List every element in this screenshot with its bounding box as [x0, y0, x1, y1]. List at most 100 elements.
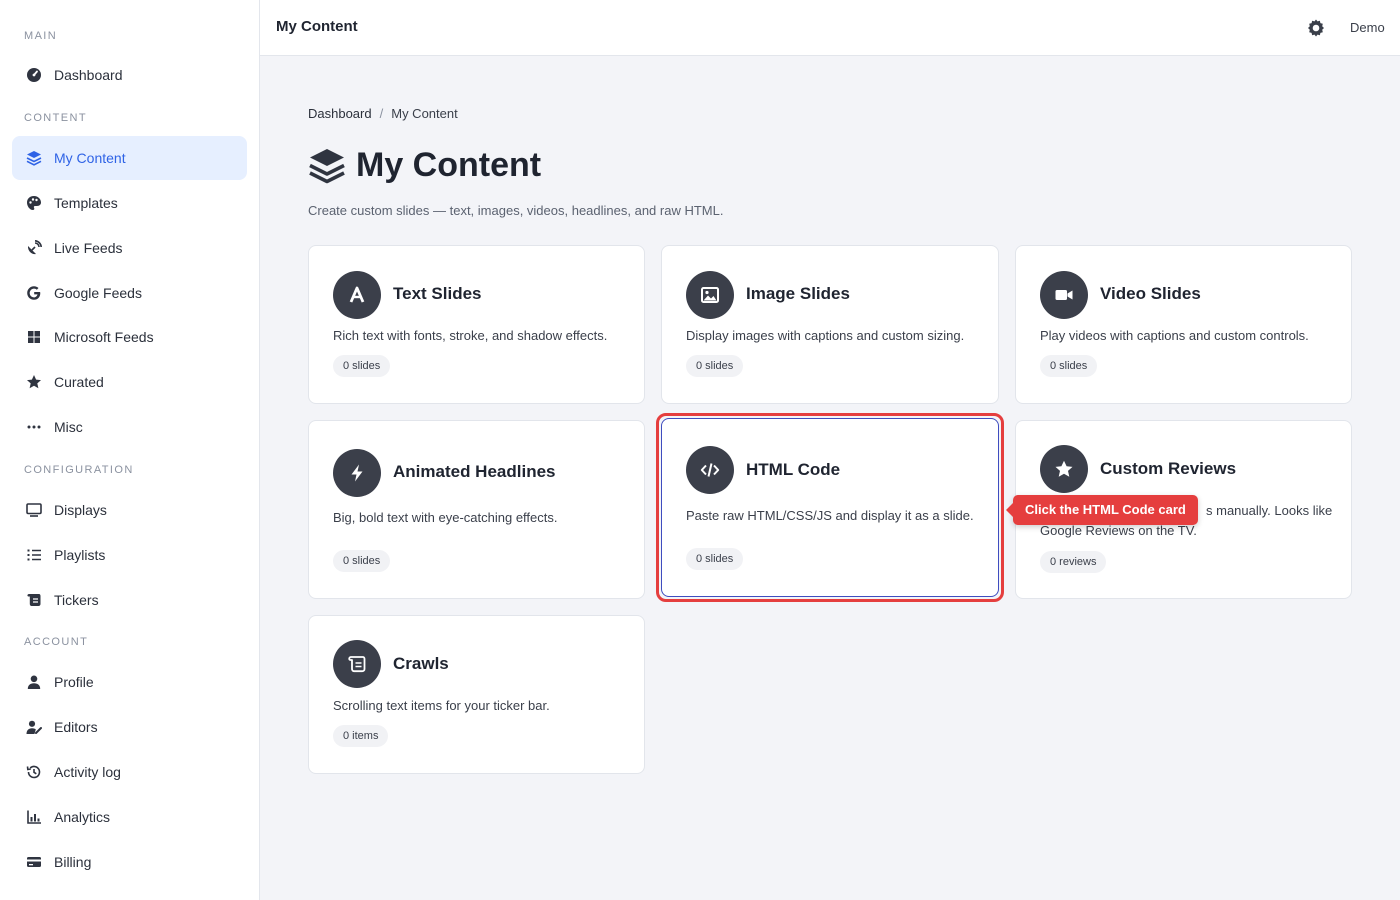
- card-title: Crawls: [393, 654, 449, 673]
- sidebar-item-label: Playlists: [54, 547, 106, 563]
- credit-card-icon: [25, 853, 43, 871]
- sidebar-item-dashboard[interactable]: Dashboard: [12, 53, 247, 97]
- sidebar-item-playlists[interactable]: Playlists: [12, 533, 247, 577]
- google-icon: [25, 284, 43, 302]
- sidebar-item-displays[interactable]: Displays: [12, 488, 247, 532]
- user-menu[interactable]: Demo: [1350, 20, 1385, 35]
- sidebar-item-live-feeds[interactable]: Live Feeds: [12, 226, 247, 270]
- section-label-configuration: CONFIGURATION: [24, 464, 134, 476]
- sidebar-item-microsoft-feeds[interactable]: Microsoft Feeds: [12, 315, 247, 359]
- sidebar-item-editors[interactable]: Editors: [12, 705, 247, 749]
- breadcrumb: Dashboard / My Content: [308, 106, 458, 121]
- scroll-icon: [25, 591, 43, 609]
- card-video-slides[interactable]: Video Slides Play videos with captions a…: [1015, 245, 1352, 404]
- card-description: Scrolling text items for your ticker bar…: [333, 698, 550, 713]
- windows-icon: [25, 328, 43, 346]
- count-badge: 0 slides: [686, 548, 744, 570]
- monitor-icon: [25, 501, 43, 519]
- sidebar-item-curated[interactable]: Curated: [12, 360, 247, 404]
- sidebar-item-label: Tickers: [54, 592, 99, 608]
- card-title: Animated Headlines: [393, 462, 556, 481]
- code-icon: [686, 446, 734, 494]
- letter-a-icon: [333, 271, 381, 319]
- bar-chart-icon: [25, 808, 43, 826]
- card-description: Rich text with fonts, stroke, and shadow…: [333, 328, 608, 343]
- sidebar-item-label: Curated: [54, 374, 104, 390]
- palette-icon: [25, 194, 43, 212]
- sidebar-item-label: Displays: [54, 502, 107, 518]
- layers-icon: [25, 149, 43, 167]
- sidebar-item-activity-log[interactable]: Activity log: [12, 750, 247, 794]
- star-icon: [25, 373, 43, 391]
- layers-icon: [308, 147, 346, 185]
- sidebar-item-analytics[interactable]: Analytics: [12, 795, 247, 839]
- card-description-end: s manually. Looks like: [1206, 503, 1333, 518]
- card-title: Video Slides: [1100, 284, 1201, 303]
- gauge-icon: [25, 66, 43, 84]
- section-label-main: MAIN: [24, 30, 58, 42]
- card-image-slides[interactable]: Image Slides Display images with caption…: [661, 245, 999, 404]
- card-description: Display images with captions and custom …: [686, 328, 965, 343]
- sidebar-item-label: Misc: [54, 419, 83, 435]
- page-title: My Content: [308, 146, 541, 185]
- image-icon: [686, 271, 734, 319]
- card-html-code[interactable]: HTML Code Paste raw HTML/CSS/JS and disp…: [661, 418, 999, 597]
- user-icon: [25, 673, 43, 691]
- bolt-icon: [333, 449, 381, 497]
- gear-icon[interactable]: [1306, 18, 1326, 38]
- scroll-icon: [333, 640, 381, 688]
- breadcrumb-separator: /: [379, 106, 384, 121]
- user-pen-icon: [25, 718, 43, 736]
- card-animated-headlines[interactable]: Animated Headlines Big, bold text with e…: [308, 420, 645, 599]
- card-description: Play videos with captions and custom con…: [1040, 328, 1309, 343]
- section-label-account: ACCOUNT: [24, 636, 89, 648]
- card-title: HTML Code: [746, 460, 841, 479]
- list-icon: [25, 546, 43, 564]
- sidebar-item-google-feeds[interactable]: Google Feeds: [12, 271, 247, 315]
- count-badge: 0 slides: [333, 550, 391, 572]
- history-icon: [25, 763, 43, 781]
- card-title: Text Slides: [393, 284, 482, 303]
- page-heading: My Content: [356, 146, 542, 184]
- card-text-slides[interactable]: Text Slides Rich text with fonts, stroke…: [308, 245, 645, 404]
- sidebar: MAIN Dashboard CONTENT My Content Templa…: [0, 0, 260, 900]
- count-badge: 0 items: [333, 725, 389, 747]
- sidebar-item-profile[interactable]: Profile: [12, 660, 247, 704]
- section-label-content: CONTENT: [24, 112, 87, 124]
- sidebar-item-label: My Content: [54, 150, 126, 166]
- card-title: Custom Reviews: [1100, 459, 1237, 478]
- sidebar-item-label: Dashboard: [54, 67, 123, 83]
- sidebar-item-label: Activity log: [54, 764, 121, 780]
- sidebar-item-label: Analytics: [54, 809, 111, 825]
- sidebar-item-label: Google Feeds: [54, 285, 142, 301]
- topbar-title: My Content: [276, 18, 358, 35]
- sidebar-item-label: Editors: [54, 719, 98, 735]
- satellite-dish-icon: [25, 239, 43, 257]
- ellipsis-icon: [25, 418, 43, 436]
- star-icon: [1040, 445, 1088, 493]
- sidebar-item-label: Billing: [54, 854, 92, 870]
- sidebar-item-templates[interactable]: Templates: [12, 181, 247, 225]
- topbar: My Content Demo: [260, 0, 1400, 56]
- card-description: Paste raw HTML/CSS/JS and display it as …: [686, 508, 974, 523]
- page-subtitle: Create custom slides — text, images, vid…: [308, 203, 724, 218]
- sidebar-item-misc[interactable]: Misc: [12, 405, 247, 449]
- sidebar-item-label: Microsoft Feeds: [54, 329, 154, 345]
- breadcrumb-home[interactable]: Dashboard: [308, 106, 372, 121]
- count-badge: 0 slides: [1040, 355, 1098, 377]
- card-crawls[interactable]: Crawls Scrolling text items for your tic…: [308, 615, 645, 774]
- sidebar-item-tickers[interactable]: Tickers: [12, 578, 247, 622]
- guide-tooltip: Click the HTML Code card: [1006, 495, 1198, 525]
- count-badge: 0 slides: [686, 355, 744, 377]
- sidebar-item-my-content[interactable]: My Content: [12, 136, 247, 180]
- sidebar-item-label: Profile: [54, 674, 94, 690]
- video-camera-icon: [1040, 271, 1088, 319]
- sidebar-item-billing[interactable]: Billing: [12, 840, 247, 884]
- breadcrumb-current: My Content: [391, 106, 458, 121]
- sidebar-item-label: Live Feeds: [54, 240, 123, 256]
- card-title: Image Slides: [746, 284, 850, 303]
- sidebar-item-label: Templates: [54, 195, 118, 211]
- count-badge: 0 slides: [333, 355, 391, 377]
- card-description: Big, bold text with eye-catching effects…: [333, 510, 558, 525]
- count-badge: 0 reviews: [1040, 551, 1107, 573]
